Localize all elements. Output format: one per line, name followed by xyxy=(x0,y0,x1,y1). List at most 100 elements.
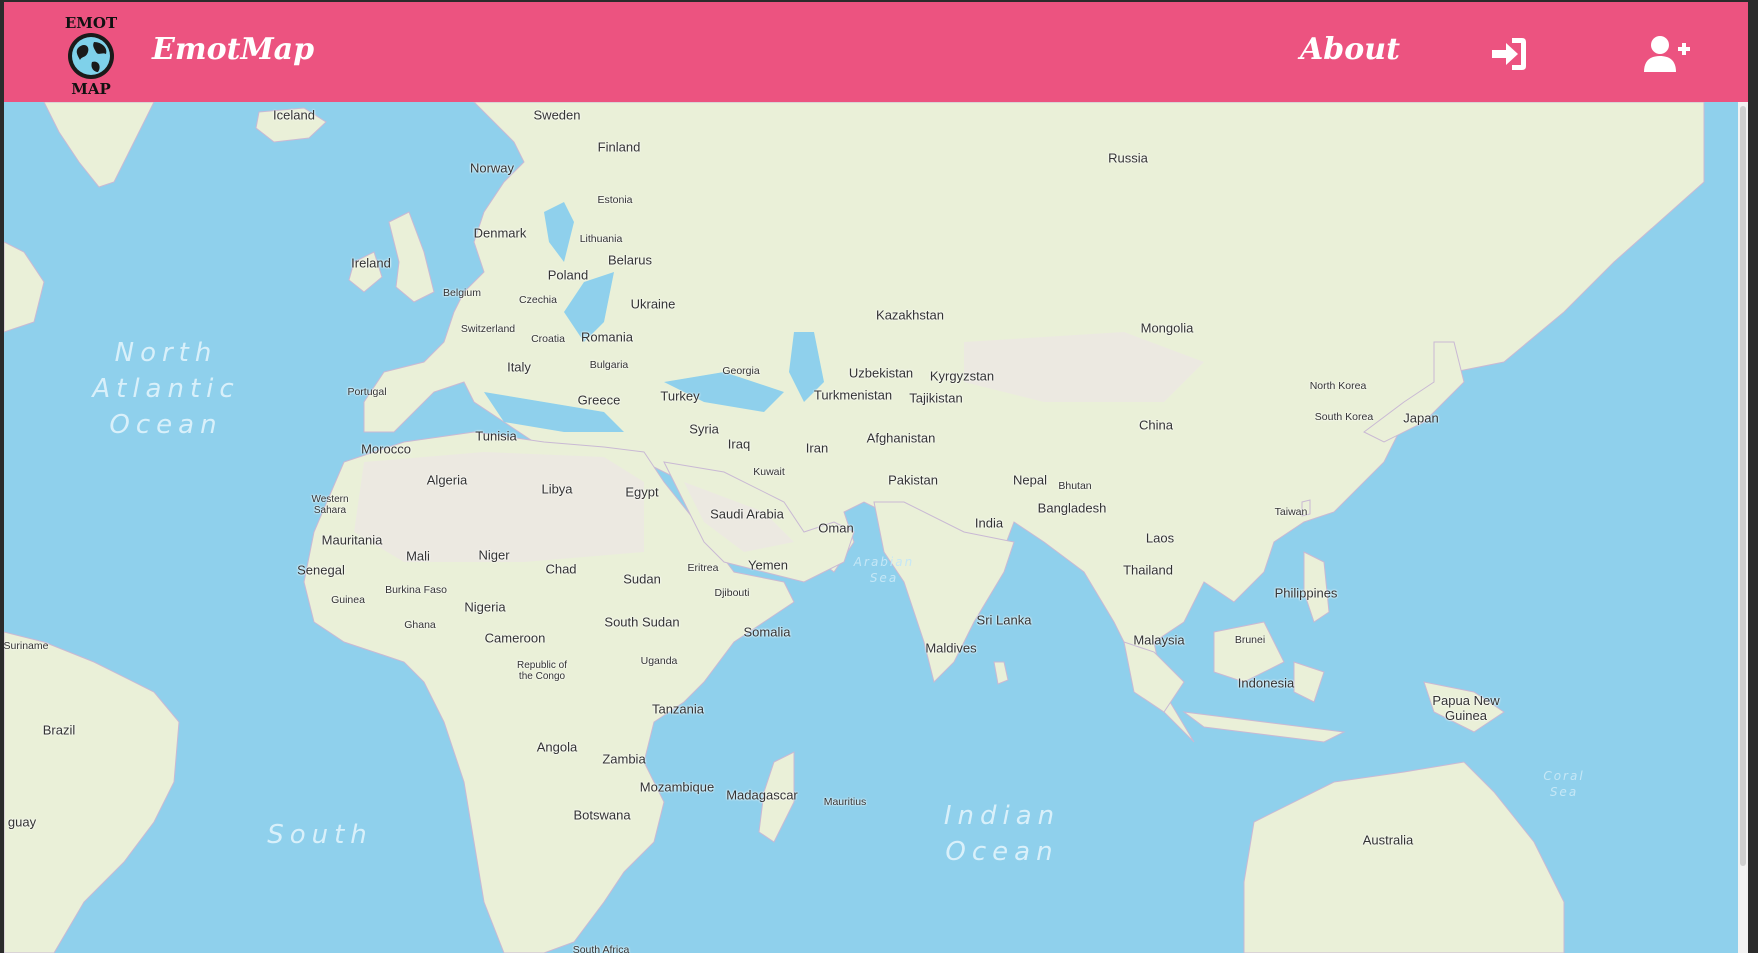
country-label: Laos xyxy=(1145,530,1175,546)
country-label: Mali xyxy=(406,548,430,564)
country-label: Republic of the Congo xyxy=(517,660,567,682)
country-label: Nepal xyxy=(1013,472,1047,488)
app-window: EMOT MAP EmotMap About North Atlantic Oc… xyxy=(4,2,1748,953)
country-label: Madagascar xyxy=(726,787,798,803)
country-label: Mauritania xyxy=(321,532,383,548)
sea-label-arabian: Arabian Sea xyxy=(854,554,914,586)
scrollbar-thumb[interactable] xyxy=(1740,106,1746,866)
sign-in-icon[interactable] xyxy=(1488,34,1528,74)
country-label: Indonesia xyxy=(1237,675,1295,691)
country-label: Bangladesh xyxy=(1037,500,1107,516)
top-navbar: EMOT MAP EmotMap About xyxy=(4,2,1748,102)
ocean-text: North Atlantic Ocean xyxy=(92,338,240,440)
country-label: Senegal xyxy=(297,562,345,578)
svg-text:MAP: MAP xyxy=(71,80,111,98)
country-label: Egypt xyxy=(625,484,659,500)
country-text: Western Sahara xyxy=(311,494,349,516)
country-label: Italy xyxy=(507,359,531,375)
country-label: Iran xyxy=(805,440,829,456)
country-label: Norway xyxy=(469,160,515,176)
country-label: Mauritius xyxy=(823,796,867,808)
country-label: Greece xyxy=(577,392,621,408)
country-label: Algeria xyxy=(426,472,468,488)
country-label: India xyxy=(974,515,1004,531)
country-label: Philippines xyxy=(1274,585,1338,601)
world-map[interactable]: North Atlantic Ocean South Indian Ocean … xyxy=(4,102,1748,953)
ocean-text: Indian Ocean xyxy=(943,801,1061,867)
sea-label-coral: Coral Sea xyxy=(1543,768,1584,800)
emotmap-logo[interactable]: EMOT MAP xyxy=(56,12,126,98)
country-label: Somalia xyxy=(743,624,791,640)
country-label: Ireland xyxy=(351,255,391,271)
country-label: Taiwan xyxy=(1274,506,1308,518)
country-label: Eritrea xyxy=(687,562,719,574)
country-label: Burkina Faso xyxy=(385,584,447,596)
country-label: Afghanistan xyxy=(866,430,936,446)
sea-text: Coral Sea xyxy=(1543,769,1585,799)
country-label: Poland xyxy=(547,267,589,283)
svg-text:EMOT: EMOT xyxy=(65,14,118,32)
country-label: Libya xyxy=(541,481,573,497)
country-label: Georgia xyxy=(722,365,760,377)
country-label: China xyxy=(1139,417,1173,433)
country-label: Belgium xyxy=(443,287,481,299)
country-label: Belarus xyxy=(607,252,653,268)
user-plus-icon[interactable] xyxy=(1644,34,1690,74)
sea-text: Arabian Sea xyxy=(853,555,915,585)
country-label: Switzerland xyxy=(460,323,516,335)
country-label: Tajikistan xyxy=(909,390,963,406)
country-label: Guinea xyxy=(331,594,365,606)
country-label: guay xyxy=(7,814,37,830)
country-label: Djibouti xyxy=(714,587,750,599)
country-label: Chad xyxy=(545,561,577,577)
country-label: Iraq xyxy=(727,436,751,452)
country-label: Maldives xyxy=(925,640,977,656)
country-label: Oman xyxy=(818,520,854,536)
country-label: Suriname xyxy=(4,640,49,652)
country-label: Malaysia xyxy=(1133,632,1185,648)
country-label: Romania xyxy=(580,329,634,345)
country-label: Finland xyxy=(597,139,641,155)
country-label: Zambia xyxy=(602,751,646,767)
country-text: Papua New Guinea xyxy=(1432,693,1500,723)
country-label: Turkmenistan xyxy=(813,387,893,403)
country-label: Kuwait xyxy=(753,466,785,478)
country-label: Nigeria xyxy=(464,599,506,615)
country-label: Papua New Guinea xyxy=(1432,693,1499,723)
country-label: Croatia xyxy=(531,333,565,345)
country-label: Mozambique xyxy=(639,779,715,795)
country-label: South Korea xyxy=(1314,411,1374,423)
country-label: Ghana xyxy=(404,619,436,631)
country-label: Lithuania xyxy=(579,233,623,245)
country-label: Czechia xyxy=(519,294,557,306)
country-text: Republic of the Congo xyxy=(516,660,568,682)
country-label: Portugal xyxy=(347,386,387,398)
country-label: South Africa xyxy=(572,944,630,953)
country-label: Iceland xyxy=(273,107,315,123)
country-label: Denmark xyxy=(473,225,527,241)
country-label: Bulgaria xyxy=(589,359,629,371)
country-label: Morocco xyxy=(361,441,411,457)
country-label: Ukraine xyxy=(630,296,676,312)
country-label: Angola xyxy=(536,739,578,755)
country-label: Pakistan xyxy=(888,472,938,488)
country-label: Uganda xyxy=(640,655,678,667)
country-label: Uzbekistan xyxy=(848,365,914,381)
ocean-label-north-atlantic: North Atlantic Ocean xyxy=(92,335,239,443)
country-label: Tanzania xyxy=(651,701,705,717)
country-label: Japan xyxy=(1403,410,1439,426)
country-label: South Sudan xyxy=(604,614,680,630)
brand-title[interactable]: EmotMap xyxy=(152,32,314,67)
country-label: Niger xyxy=(478,547,510,563)
country-label: Sudan xyxy=(623,571,661,587)
country-label: Saudi Arabia xyxy=(710,506,784,522)
country-label: Sri Lanka xyxy=(976,612,1032,628)
country-label: Australia xyxy=(1362,832,1414,848)
country-label: Brazil xyxy=(42,722,76,738)
country-label: Kazakhstan xyxy=(876,307,944,323)
country-label: Western Sahara xyxy=(311,494,348,516)
country-label: Russia xyxy=(1108,150,1148,166)
about-link[interactable]: About xyxy=(1300,32,1400,67)
map-tiles xyxy=(4,102,1748,953)
country-label: North Korea xyxy=(1309,380,1367,392)
